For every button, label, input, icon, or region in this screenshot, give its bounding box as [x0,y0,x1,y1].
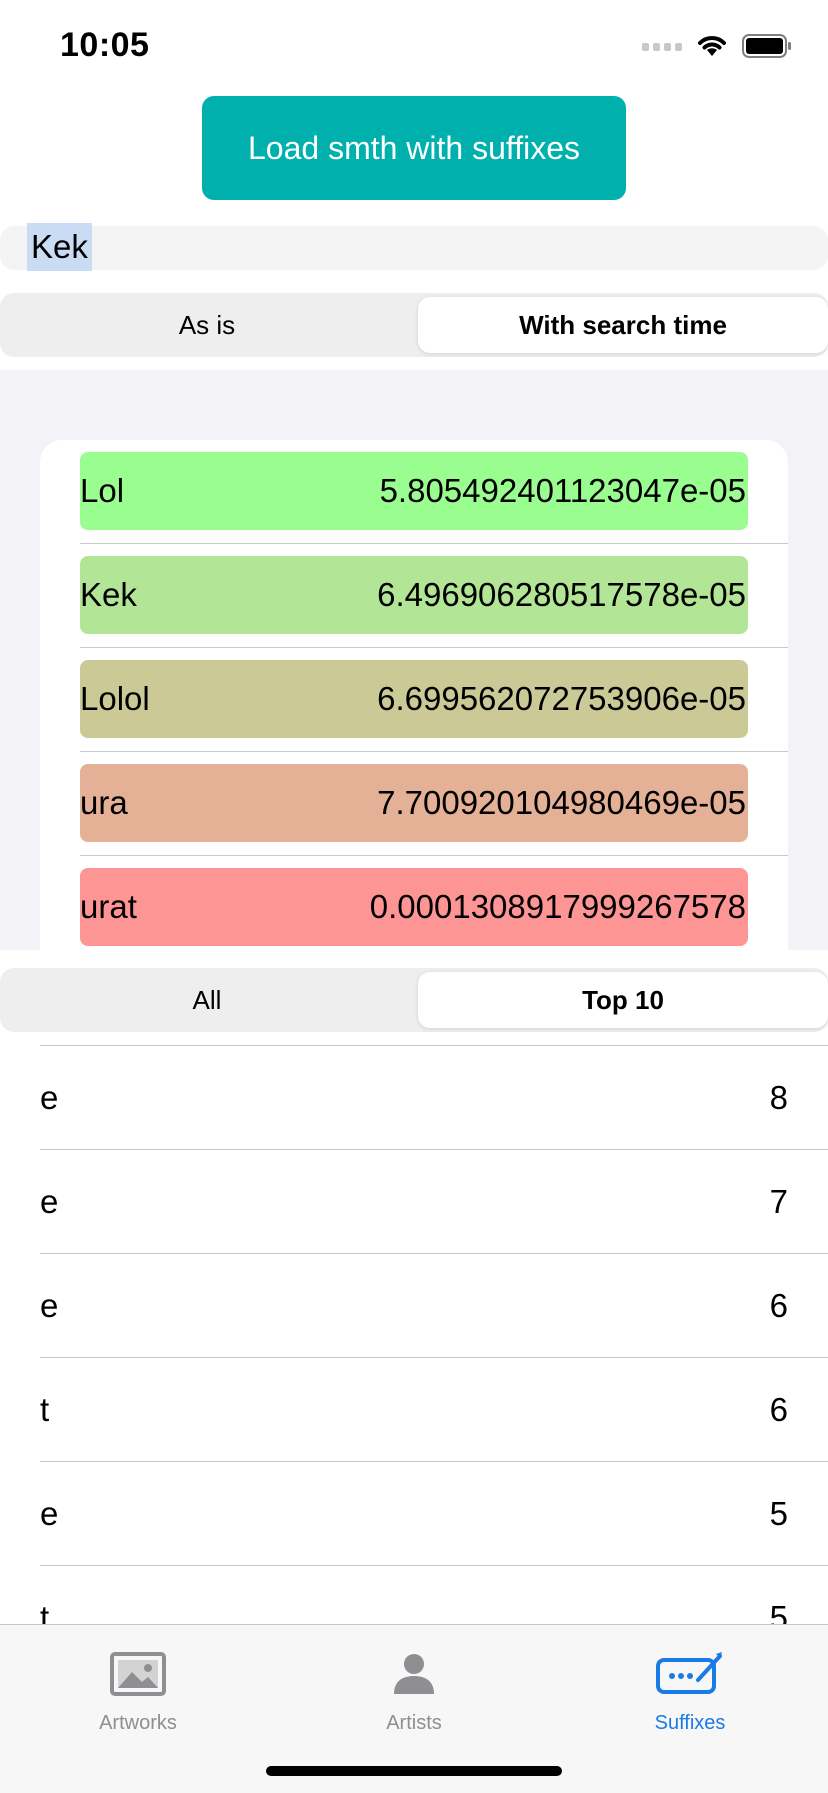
tab-artworks[interactable]: Artworks [0,1625,276,1735]
list-item[interactable]: e 6 [40,1254,828,1357]
suffix-count: 5 [769,1495,788,1532]
segment-top-10[interactable]: Top 10 [418,972,828,1028]
result-row[interactable]: Kek 6.496906280517578e-05 [80,556,748,634]
list-item[interactable]: t 6 [40,1358,828,1461]
load-suffixes-button[interactable]: Load smth with suffixes [202,96,626,200]
result-time: 5.805492401123047e-05 [379,472,746,509]
cellular-signal-icon [642,40,682,58]
tab-label: Artworks [99,1712,177,1734]
result-word: ura [80,784,128,821]
suffix-label: e [40,1495,59,1532]
list-item[interactable]: e 7 [40,1150,828,1253]
segment-all[interactable]: All [0,968,414,1032]
result-row[interactable]: ura 7.700920104980469e-05 [80,764,748,842]
status-icons [642,34,792,63]
result-separator [80,543,788,544]
status-time: 10:05 [60,26,150,64]
list-item[interactable]: e 8 [40,1046,828,1149]
result-time: 7.700920104980469e-05 [377,784,746,821]
result-separator [80,855,788,856]
list-item[interactable]: e 5 [40,1462,828,1565]
signature-icon [654,1650,726,1702]
result-word: Lolol [80,680,150,717]
result-time: 6.699562072753906e-05 [377,680,746,717]
result-separator [80,647,788,648]
suffix-count: 8 [769,1079,788,1116]
wifi-icon [696,34,728,63]
home-indicator [266,1766,562,1776]
result-word: urat [80,888,137,925]
suffix-label: e [40,1287,59,1324]
result-row[interactable]: Lolol 6.699562072753906e-05 [80,660,748,738]
suffix-count: 7 [769,1183,788,1220]
result-row[interactable]: urat 0.0001308917999267578 [80,868,748,946]
filter-segmented-control[interactable]: All Top 10 [0,968,828,1032]
suffix-count: 6 [769,1287,788,1324]
result-separator [80,751,788,752]
suffix-label: e [40,1079,59,1116]
search-field[interactable] [0,226,828,270]
result-time: 0.0001308917999267578 [369,888,746,925]
result-word: Kek [80,576,137,613]
photo-icon [110,1652,166,1702]
segment-with-search-time[interactable]: With search time [418,297,828,353]
segment-as-is[interactable]: As is [0,293,414,357]
battery-icon [742,34,792,63]
mode-segmented-control[interactable]: As is With search time [0,293,828,357]
suffix-label: t [40,1391,50,1428]
tab-label: Artists [386,1712,442,1734]
result-row[interactable]: Lol 5.805492401123047e-05 [80,452,748,530]
tab-artists[interactable]: Artists [276,1625,552,1735]
person-icon [392,1652,436,1702]
result-word: Lol [80,472,125,509]
suffix-label: e [40,1183,59,1220]
result-time: 6.496906280517578e-05 [377,576,746,613]
suffix-count: 6 [769,1391,788,1428]
tab-label: Suffixes [654,1712,726,1734]
search-input-value[interactable]: Kek [27,223,92,271]
tab-suffixes[interactable]: Suffixes [552,1625,828,1735]
